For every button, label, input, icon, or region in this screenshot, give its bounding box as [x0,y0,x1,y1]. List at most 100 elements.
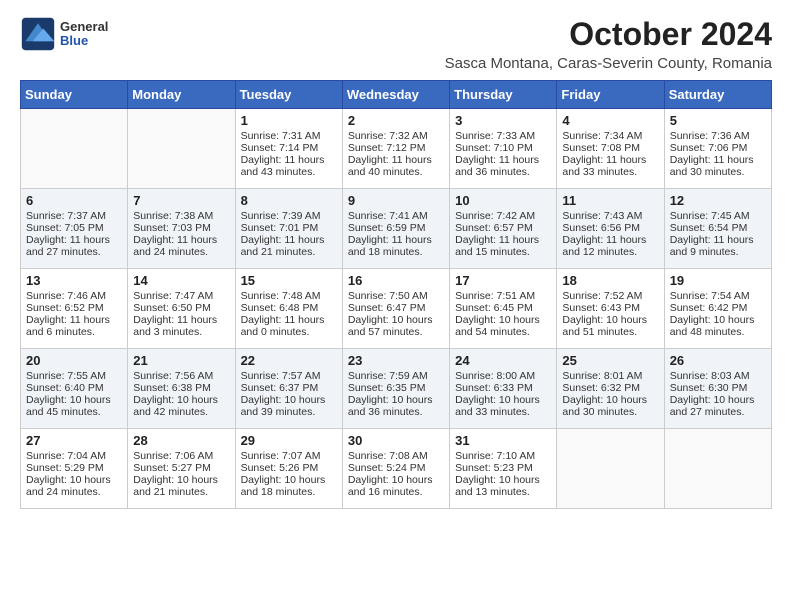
day-number: 30 [348,433,444,448]
calendar-cell: 13Sunrise: 7:46 AMSunset: 6:52 PMDayligh… [21,269,128,349]
daylight-text: Daylight: 11 hours and 21 minutes. [241,234,337,258]
sunset-text: Sunset: 6:48 PM [241,302,337,314]
calendar-cell: 6Sunrise: 7:37 AMSunset: 7:05 PMDaylight… [21,189,128,269]
logo-blue: Blue [60,34,108,48]
day-number: 27 [26,433,122,448]
daylight-text: Daylight: 11 hours and 40 minutes. [348,154,444,178]
sunrise-text: Sunrise: 8:03 AM [670,370,766,382]
daylight-text: Daylight: 11 hours and 18 minutes. [348,234,444,258]
day-number: 29 [241,433,337,448]
daylight-text: Daylight: 10 hours and 51 minutes. [562,314,658,338]
daylight-text: Daylight: 10 hours and 30 minutes. [562,394,658,418]
day-number: 23 [348,353,444,368]
day-number: 13 [26,273,122,288]
daylight-text: Daylight: 11 hours and 30 minutes. [670,154,766,178]
day-number: 5 [670,113,766,128]
sunrise-text: Sunrise: 7:33 AM [455,130,551,142]
sunrise-text: Sunrise: 7:34 AM [562,130,658,142]
calendar-header-row: SundayMondayTuesdayWednesdayThursdayFrid… [21,81,772,109]
logo-general: General [60,20,108,34]
daylight-text: Daylight: 10 hours and 39 minutes. [241,394,337,418]
sunset-text: Sunset: 7:06 PM [670,142,766,154]
sunrise-text: Sunrise: 7:37 AM [26,210,122,222]
day-number: 22 [241,353,337,368]
day-number: 2 [348,113,444,128]
calendar-cell: 4Sunrise: 7:34 AMSunset: 7:08 PMDaylight… [557,109,664,189]
sunrise-text: Sunrise: 7:10 AM [455,450,551,462]
sunrise-text: Sunrise: 7:52 AM [562,290,658,302]
sunset-text: Sunset: 6:38 PM [133,382,229,394]
calendar-table: SundayMondayTuesdayWednesdayThursdayFrid… [20,80,772,509]
calendar-cell: 2Sunrise: 7:32 AMSunset: 7:12 PMDaylight… [342,109,449,189]
calendar-cell [557,429,664,509]
day-number: 26 [670,353,766,368]
sunrise-text: Sunrise: 7:50 AM [348,290,444,302]
day-number: 1 [241,113,337,128]
daylight-text: Daylight: 11 hours and 33 minutes. [562,154,658,178]
weekday-header: Monday [128,81,235,109]
daylight-text: Daylight: 10 hours and 48 minutes. [670,314,766,338]
logo: General Blue [20,16,108,52]
daylight-text: Daylight: 10 hours and 16 minutes. [348,474,444,498]
calendar-cell: 28Sunrise: 7:06 AMSunset: 5:27 PMDayligh… [128,429,235,509]
sunrise-text: Sunrise: 7:56 AM [133,370,229,382]
calendar-cell: 8 Sunrise: 7:39 AMSunset: 7:01 PMDaylight… [235,189,342,269]
sunset-text: Sunset: 6:43 PM [562,302,658,314]
sunrise-text: Sunrise: 7:41 AM [348,210,444,222]
daylight-text: Daylight: 10 hours and 45 minutes. [26,394,122,418]
sunset-text: Sunset: 6:47 PM [348,302,444,314]
daylight-text: Daylight: 11 hours and 43 minutes. [241,154,337,178]
sunrise-text: Sunrise: 7:54 AM [670,290,766,302]
sunrise-text: Sunrise: 8:00 AM [455,370,551,382]
sunrise-text: Sunrise: 7:48 AM [241,290,337,302]
sunset-text: Sunset: 7:14 PM [241,142,337,154]
sunset-text: Sunset: 5:27 PM [133,462,229,474]
sunrise-text: Sunrise: 7:45 AM [670,210,766,222]
title-section: October 2024 Sasca Montana, Caras-Severi… [445,16,772,72]
calendar-cell: 23Sunrise: 7:59 AMSunset: 6:35 PMDayligh… [342,349,449,429]
sunset-text: Sunset: 7:12 PM [348,142,444,154]
calendar-week-row: 6Sunrise: 7:37 AMSunset: 7:05 PMDaylight… [21,189,772,269]
daylight-text: Daylight: 10 hours and 57 minutes. [348,314,444,338]
weekday-header: Wednesday [342,81,449,109]
daylight-text: Daylight: 11 hours and 0 minutes. [241,314,337,338]
calendar-cell: 16Sunrise: 7:50 AMSunset: 6:47 PMDayligh… [342,269,449,349]
daylight-text: Daylight: 11 hours and 12 minutes. [562,234,658,258]
sunset-text: Sunset: 6:40 PM [26,382,122,394]
sunset-text: Sunset: 7:01 PM [241,222,337,234]
calendar-cell [128,109,235,189]
calendar-cell: 18Sunrise: 7:52 AMSunset: 6:43 PMDayligh… [557,269,664,349]
calendar-week-row: 1Sunrise: 7:31 AMSunset: 7:14 PMDaylight… [21,109,772,189]
calendar-cell [21,109,128,189]
daylight-text: Daylight: 10 hours and 27 minutes. [670,394,766,418]
day-number: 11 [562,193,658,208]
calendar-cell: 14Sunrise: 7:47 AMSunset: 6:50 PMDayligh… [128,269,235,349]
sunset-text: Sunset: 5:29 PM [26,462,122,474]
daylight-text: Daylight: 10 hours and 24 minutes. [26,474,122,498]
calendar-cell [664,429,771,509]
day-number: 3 [455,113,551,128]
sunset-text: Sunset: 6:33 PM [455,382,551,394]
daylight-text: Daylight: 10 hours and 42 minutes. [133,394,229,418]
daylight-text: Daylight: 11 hours and 36 minutes. [455,154,551,178]
sunset-text: Sunset: 6:45 PM [455,302,551,314]
weekday-header: Tuesday [235,81,342,109]
sunrise-text: Sunrise: 7:46 AM [26,290,122,302]
sunrise-text: Sunrise: 7:31 AM [241,130,337,142]
page-subtitle: Sasca Montana, Caras-Severin County, Rom… [445,55,772,72]
day-number: 31 [455,433,551,448]
sunrise-text: Sunrise: 7:38 AM [133,210,229,222]
sunset-text: Sunset: 5:26 PM [241,462,337,474]
sunset-text: Sunset: 6:59 PM [348,222,444,234]
day-number: 8 [241,193,337,208]
sunset-text: Sunset: 6:37 PM [241,382,337,394]
calendar-cell: 5Sunrise: 7:36 AMSunset: 7:06 PMDaylight… [664,109,771,189]
daylight-text: Daylight: 10 hours and 21 minutes. [133,474,229,498]
sunrise-text: Sunrise: 7:43 AM [562,210,658,222]
logo-text: General Blue [60,20,108,49]
day-number: 6 [26,193,122,208]
sunset-text: Sunset: 6:54 PM [670,222,766,234]
sunrise-text: Sunrise: 7:51 AM [455,290,551,302]
weekday-header: Friday [557,81,664,109]
sunrise-text: Sunrise: 7:39 AM [241,210,337,222]
